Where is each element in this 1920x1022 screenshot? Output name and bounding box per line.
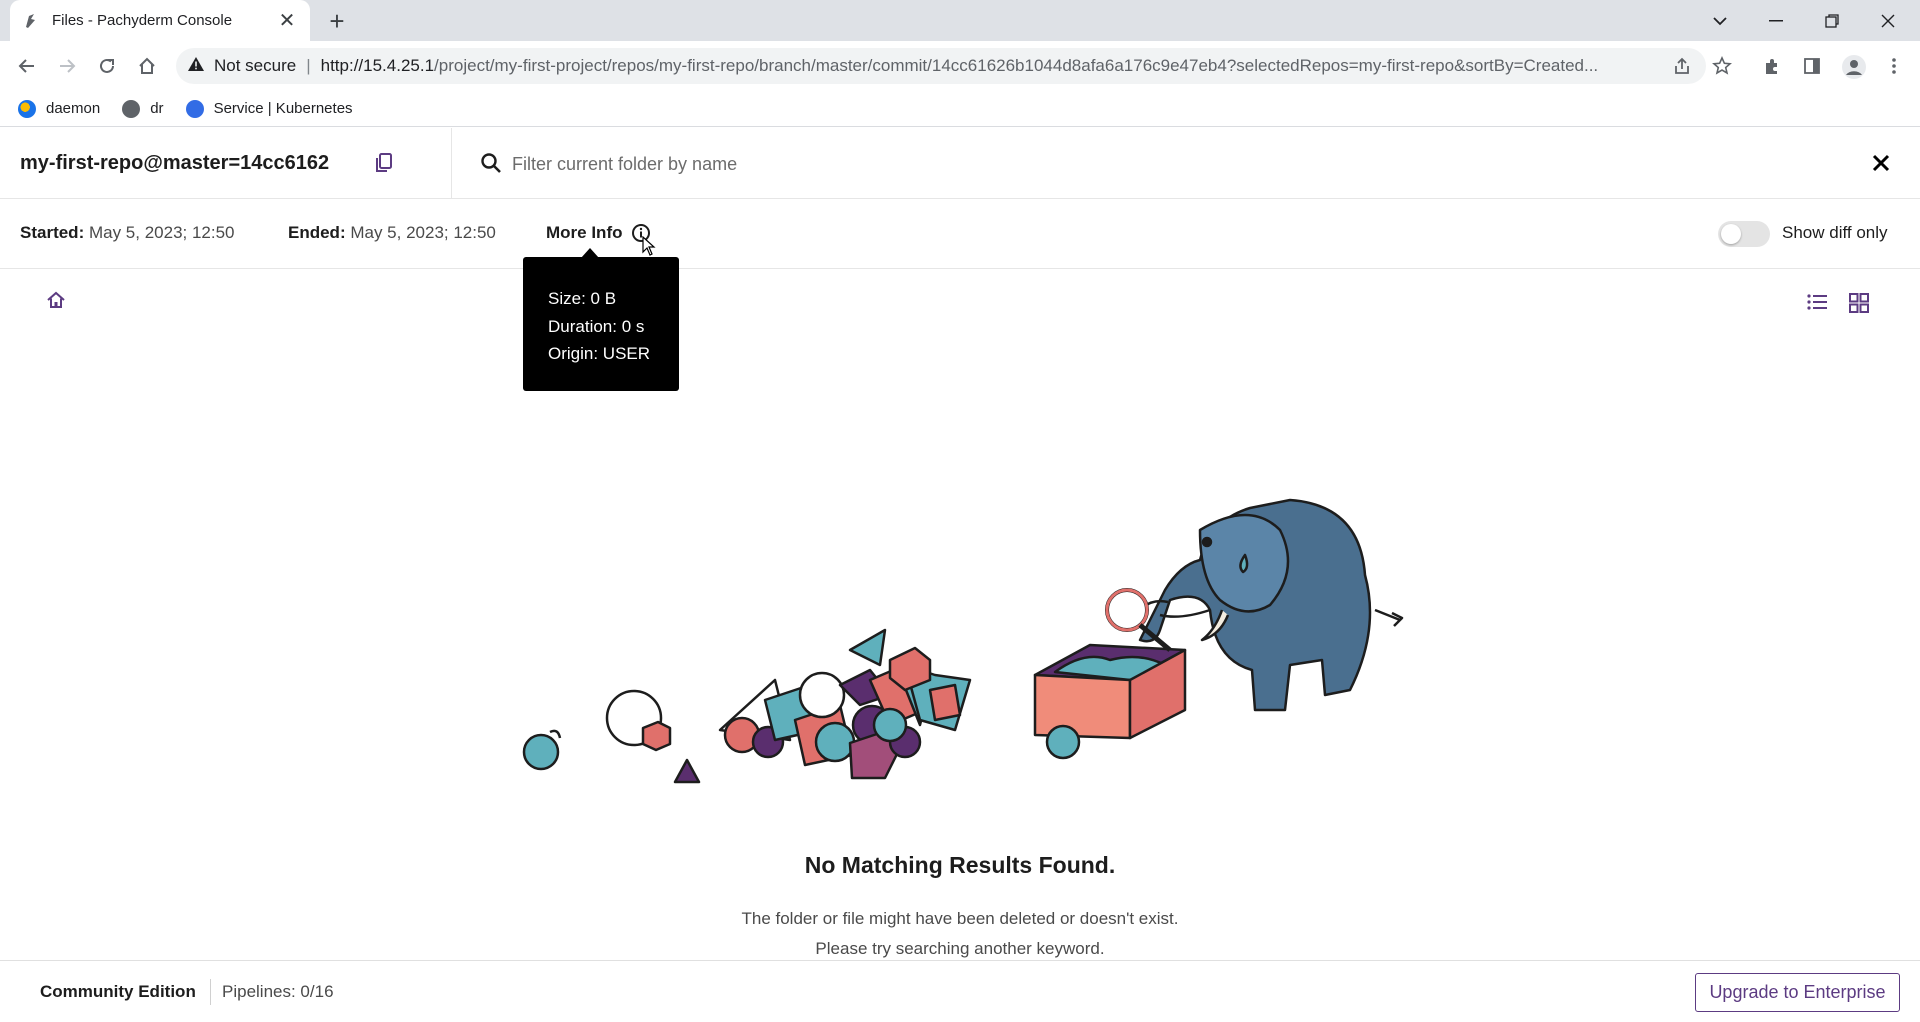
bookmarks-bar: daemon dr Service | Kubernetes <box>0 91 1920 127</box>
file-browser-header: my-first-repo@master=14cc6162 <box>0 128 1920 199</box>
repo-commit-title: my-first-repo@master=14cc6162 <box>20 152 330 174</box>
folder-filter-input[interactable] <box>512 146 1762 182</box>
minimize-icon[interactable] <box>1748 0 1804 41</box>
ended-label: Ended: <box>288 223 346 242</box>
kubernetes-icon <box>185 99 204 118</box>
bookmark-daemon[interactable]: daemon <box>18 99 101 118</box>
share-icon[interactable] <box>1672 56 1692 76</box>
close-icon[interactable] <box>1866 148 1896 178</box>
show-diff-toggle[interactable] <box>1718 221 1770 247</box>
tab-close-icon[interactable]: ✕ <box>276 10 298 32</box>
started-value: May 5, 2023; 12:50 <box>88 223 235 242</box>
omnibox-separator: | <box>306 56 311 75</box>
new-tab-button[interactable]: + <box>322 6 352 36</box>
footer-bar: Community Edition Pipelines: 0/16 Upgrad… <box>0 960 1920 1022</box>
list-view-icon[interactable] <box>1806 292 1828 314</box>
home-browser-icon[interactable] <box>131 50 163 82</box>
empty-state-title: No Matching Results Found. <box>804 852 1116 878</box>
url-host: http://15.4.25.1 <box>320 56 435 75</box>
security-label[interactable]: Not secure <box>214 56 296 76</box>
grid-view-icon[interactable] <box>1848 292 1870 314</box>
back-icon[interactable] <box>11 50 43 82</box>
bookmark-label: daemon <box>46 100 101 117</box>
started-info: Started: May 5, 2023; 12:50 <box>20 223 235 243</box>
restore-icon[interactable] <box>1804 0 1860 41</box>
browser-tab-bar: Files - Pachyderm Console ✕ + <box>0 0 1920 41</box>
bookmark-dr[interactable]: dr <box>122 99 164 118</box>
show-diff-label: Show diff only <box>1782 223 1888 242</box>
more-info-label: More Info <box>546 223 623 242</box>
extensions-icon[interactable] <box>1762 56 1782 76</box>
mouse-cursor-icon <box>642 235 656 256</box>
browser-tab[interactable]: Files - Pachyderm Console ✕ <box>10 0 310 41</box>
profile-avatar-icon[interactable] <box>1842 55 1866 79</box>
url-text[interactable]: http://15.4.25.1/project/my-first-projec… <box>321 56 1694 76</box>
tooltip-size: Size: 0 B <box>548 289 617 308</box>
more-info-tooltip: Size: 0 B Duration: 0 s Origin: USER <box>523 248 679 391</box>
close-window-icon[interactable] <box>1860 0 1916 41</box>
header-divider <box>451 128 452 199</box>
more-info-button[interactable]: More Info <box>546 223 651 243</box>
side-panel-icon[interactable] <box>1802 56 1822 76</box>
commit-info-bar: Started: May 5, 2023; 12:50 Ended: May 5… <box>0 199 1920 269</box>
daemon-favicon-icon <box>18 99 36 118</box>
started-label: Started: <box>20 223 85 242</box>
edition-label: Community Edition <box>40 982 196 1001</box>
search-icon <box>480 152 502 174</box>
ended-info: Ended: May 5, 2023; 12:50 <box>288 223 496 243</box>
ended-value: May 5, 2023; 12:50 <box>350 223 496 242</box>
bookmark-label: dr <box>150 100 164 117</box>
browser-toolbar: Not secure | http://15.4.25.1/project/my… <box>0 41 1920 91</box>
bookmark-star-icon[interactable] <box>1712 56 1732 76</box>
pipelines-count: Pipelines: 0/16 <box>222 982 334 1001</box>
address-bar[interactable]: Not secure | http://15.4.25.1/project/my… <box>176 48 1706 84</box>
footer-divider <box>210 979 211 1005</box>
bookmark-kubernetes[interactable]: Service | Kubernetes <box>185 99 353 118</box>
upgrade-to-enterprise-button[interactable]: Upgrade to Enterprise <box>1695 973 1900 1012</box>
empty-state-illustration <box>510 480 1410 800</box>
tooltip-duration: Duration: 0 s <box>548 316 645 336</box>
reload-icon[interactable] <box>91 50 123 82</box>
pachyderm-favicon-icon <box>22 13 38 29</box>
bookmark-label: Service | Kubernetes <box>213 100 353 117</box>
url-path: /project/my-first-project/repos/my-first… <box>434 56 1599 75</box>
forward-icon[interactable] <box>51 50 83 82</box>
home-icon[interactable] <box>46 290 68 312</box>
browser-menu-icon[interactable] <box>1884 56 1904 76</box>
toggle-knob <box>1721 224 1741 244</box>
globe-icon <box>122 99 141 118</box>
tab-title: Files - Pachyderm Console <box>52 12 233 29</box>
tab-search-icon[interactable] <box>1692 0 1748 41</box>
warning-icon[interactable] <box>188 57 204 75</box>
tooltip-origin: Origin: USER <box>548 344 651 363</box>
copy-icon[interactable] <box>374 152 396 174</box>
empty-state-message: The folder or file might have been delet… <box>741 909 1179 958</box>
